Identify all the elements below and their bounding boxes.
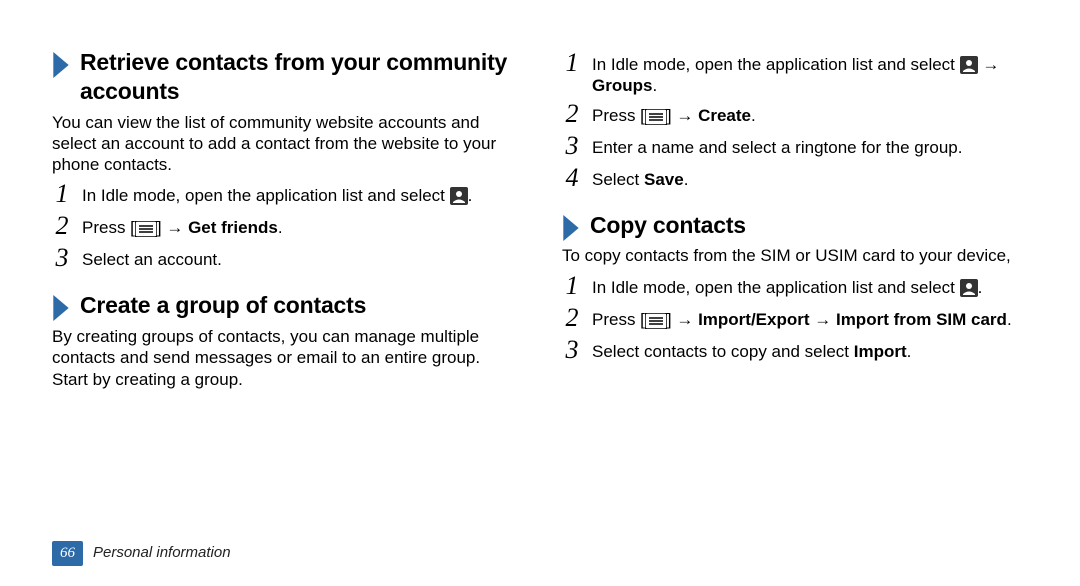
contacts-icon — [960, 56, 978, 74]
step-text: . — [1007, 310, 1012, 329]
intro-text: To copy contacts from the SIM or USIM ca… — [562, 245, 1028, 266]
step-text: In Idle mode, open the application list … — [82, 186, 450, 205]
step-item: Select contacts to copy and select Impor… — [562, 339, 1028, 365]
step-text: In Idle mode, open the application list … — [592, 278, 960, 297]
contacts-icon — [450, 187, 468, 205]
step-body: Press [ ] → Get friends. — [82, 215, 518, 238]
step-body: Press [ ] → Create. — [592, 103, 1028, 126]
step-text: . — [684, 170, 689, 189]
menu-icon — [135, 221, 157, 237]
step-item: Select an account. — [52, 247, 518, 273]
step-text: . — [751, 106, 756, 125]
intro-text: You can view the list of community websi… — [52, 112, 518, 176]
intro-text: By creating groups of contacts, you can … — [52, 326, 518, 390]
step-bold: Import — [854, 342, 907, 361]
step-text: In Idle mode, open the application list … — [592, 55, 960, 74]
step-bold: Import/Export → Import from SIM card — [698, 310, 1007, 329]
heading-text: Copy contacts — [590, 211, 746, 240]
page-number: 66 — [52, 541, 83, 566]
contacts-icon — [960, 279, 978, 297]
step-text: ] → — [157, 218, 188, 237]
heading-text: Retrieve contacts from your community ac… — [80, 48, 518, 106]
step-body: Select Save. — [592, 167, 1028, 190]
step-item: Select Save. — [562, 167, 1028, 193]
section-name: Personal information — [93, 544, 231, 563]
step-item: Press [ ] → Create. — [562, 103, 1028, 129]
step-text: Press [ — [592, 310, 645, 329]
step-text: . — [278, 218, 283, 237]
step-body: In Idle mode, open the application list … — [592, 275, 1028, 298]
step-item: In Idle mode, open the application list … — [562, 275, 1028, 301]
section-heading-create-group: Create a group of contacts — [52, 291, 518, 324]
step-bold: Save — [644, 170, 684, 189]
step-text: ] → — [667, 310, 698, 329]
chevron-icon — [52, 295, 70, 321]
step-body: Enter a name and select a ringtone for t… — [592, 135, 1028, 158]
step-item: Enter a name and select a ringtone for t… — [562, 135, 1028, 161]
step-body: Select an account. — [82, 247, 518, 270]
step-bold: Create — [698, 106, 751, 125]
step-text: Select — [592, 170, 644, 189]
step-text: . — [652, 76, 657, 95]
step-text: → — [978, 55, 1000, 74]
chevron-icon — [562, 215, 580, 241]
step-item: Press [ ] → Import/Export → Import from S… — [562, 307, 1028, 333]
chevron-icon — [52, 52, 70, 78]
retrieve-steps: In Idle mode, open the application list … — [52, 183, 518, 273]
page-footer: 66 Personal information — [52, 541, 231, 566]
step-text: Press [ — [592, 106, 645, 125]
create-group-steps: In Idle mode, open the application list … — [562, 52, 1028, 193]
step-item: In Idle mode, open the application list … — [562, 52, 1028, 97]
step-body: Press [ ] → Import/Export → Import from S… — [592, 307, 1028, 330]
step-text: Press [ — [82, 218, 135, 237]
step-text: Select contacts to copy and select — [592, 342, 854, 361]
step-text: ] → — [667, 106, 698, 125]
section-heading-copy-contacts: Copy contacts — [562, 211, 1028, 244]
manual-page: Retrieve contacts from your community ac… — [0, 0, 1080, 586]
copy-contacts-steps: In Idle mode, open the application list … — [562, 275, 1028, 365]
step-body: In Idle mode, open the application list … — [592, 52, 1028, 97]
heading-text: Create a group of contacts — [80, 291, 366, 320]
step-text: . — [907, 342, 912, 361]
step-item: Press [ ] → Get friends. — [52, 215, 518, 241]
step-body: Select contacts to copy and select Impor… — [592, 339, 1028, 362]
menu-icon — [645, 109, 667, 125]
left-column: Retrieve contacts from your community ac… — [52, 48, 518, 398]
step-body: In Idle mode, open the application list … — [82, 183, 518, 206]
step-item: In Idle mode, open the application list … — [52, 183, 518, 209]
menu-icon — [645, 313, 667, 329]
step-bold: Groups — [592, 76, 652, 95]
step-bold: Get friends — [188, 218, 278, 237]
section-heading-retrieve: Retrieve contacts from your community ac… — [52, 48, 518, 110]
step-text: . — [978, 278, 983, 297]
right-column: In Idle mode, open the application list … — [562, 48, 1028, 398]
two-column-layout: Retrieve contacts from your community ac… — [52, 48, 1028, 398]
step-text: . — [468, 186, 473, 205]
